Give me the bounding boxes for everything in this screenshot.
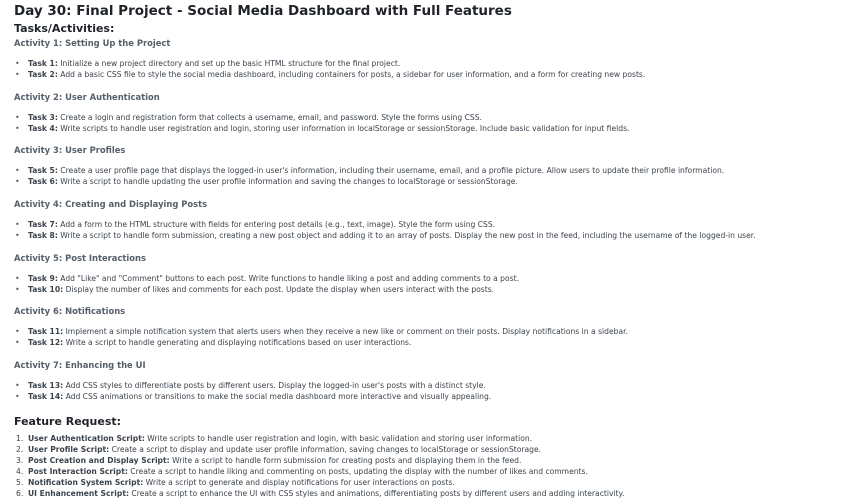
- tasks-heading: Tasks/Activities:: [14, 22, 115, 35]
- activity-heading: Activity 6: Notifications: [14, 306, 126, 317]
- task-text: Write a script to handle updating the us…: [57, 177, 518, 187]
- feature-text: Write scripts to handle user registratio…: [144, 433, 533, 443]
- task-label: Task 8:: [28, 231, 58, 241]
- task-item: Task 9: Add "Like" and "Comment" buttons…: [15, 273, 851, 284]
- activity-section: Activity 1: Setting Up the Project Task 1…: [14, 38, 851, 90]
- feature-number: 3.: [16, 456, 24, 465]
- feature-request-heading: Feature Request:: [14, 414, 122, 428]
- task-label: Task 7:: [28, 220, 58, 230]
- feature-label: Notification System Script:: [28, 478, 144, 488]
- feature-label: User Profile Script:: [28, 444, 110, 454]
- activities-list: Activity 1: Setting Up the Project Task 1…: [14, 38, 851, 412]
- feature-number: 2.: [16, 444, 24, 454]
- task-label: Task 14:: [28, 392, 64, 402]
- task-item: Task 12: Write a script to handle genera…: [15, 337, 851, 348]
- task-item: Task 1: Initialize a new project directo…: [15, 58, 851, 69]
- task-text: Add "Like" and "Comment" buttons to each…: [57, 273, 519, 283]
- feature-item: 3. Post Creation and Display Script: Writ…: [16, 455, 851, 466]
- task-text: Display the number of likes and comments…: [63, 284, 495, 294]
- activity-section: Activity 2: User Authentication Task 3: C…: [14, 92, 851, 144]
- feature-list: 1. User Authentication Script: Write scri…: [14, 433, 851, 499]
- task-list: Task 11: Implement a simple notification…: [14, 326, 851, 348]
- task-label: Task 3:: [28, 112, 58, 122]
- task-item: Task 13: Add CSS styles to differentiate…: [15, 380, 851, 391]
- feature-label: Post Creation and Display Script:: [28, 456, 170, 465]
- task-item: Task 11: Implement a simple notification…: [15, 326, 851, 337]
- task-text: Write a script to handle generating and …: [63, 338, 412, 348]
- feature-item: 4. Post Interaction Script: Create a scri…: [16, 466, 851, 477]
- task-item: Task 10: Display the number of likes and…: [15, 284, 851, 295]
- activity-heading: Activity 4: Creating and Displaying Post…: [14, 199, 208, 210]
- page-title: Day 30: Final Project - Social Media Das…: [14, 3, 512, 19]
- feature-item: 5. Notification System Script: Write a sc…: [16, 477, 851, 488]
- task-text: Add CSS animations or transitions to mak…: [63, 392, 492, 402]
- task-item: Task 6: Write a script to handle updatin…: [15, 176, 851, 187]
- feature-number: 1.: [16, 433, 24, 443]
- task-item: Task 5: Create a user profile page that …: [15, 165, 851, 176]
- task-text: Implement a simple notification system t…: [63, 327, 628, 337]
- task-label: Task 12:: [28, 338, 64, 348]
- task-label: Task 10:: [28, 284, 64, 294]
- task-label: Task 6:: [28, 177, 58, 187]
- activity-heading: Activity 2: User Authentication: [14, 91, 160, 102]
- task-list: Task 3: Create a login and registration …: [14, 112, 851, 134]
- task-label: Task 13:: [28, 381, 64, 391]
- feature-item: 6. UI Enhancement Script: Create a script…: [16, 488, 851, 499]
- task-text: Write a script to handle form submission…: [57, 231, 756, 241]
- task-label: Task 9:: [28, 273, 58, 283]
- activity-heading: Activity 5: Post Interactions: [14, 252, 147, 263]
- task-text: Create a login and registration form tha…: [57, 112, 482, 122]
- task-text: Add a form to the HTML structure with fi…: [57, 220, 496, 230]
- task-list: Task 13: Add CSS styles to differentiate…: [14, 380, 851, 402]
- feature-number: 5.: [16, 478, 24, 488]
- feature-text: Create a script to display and update us…: [109, 444, 542, 454]
- task-item: Task 4: Write scripts to handle user reg…: [15, 123, 851, 134]
- task-item: Task 14: Add CSS animations or transitio…: [15, 391, 851, 402]
- activity-section: Activity 7: Enhancing the UI Task 13: Add…: [14, 360, 851, 412]
- activity-section: Activity 3: User Profiles Task 5: Create …: [14, 145, 851, 197]
- task-item: Task 3: Create a login and registration …: [15, 112, 851, 123]
- feature-text: Write a script to handle form submission…: [169, 456, 522, 465]
- task-item: Task 2: Add a basic CSS file to style th…: [15, 69, 851, 80]
- task-text: Initialize a new project directory and s…: [57, 59, 401, 68]
- activity-section: Activity 4: Creating and Displaying Post…: [14, 199, 851, 251]
- task-text: Add a basic CSS file to style the social…: [57, 70, 646, 79]
- task-list: Task 1: Initialize a new project directo…: [14, 58, 851, 80]
- feature-text: Create a script to enhance the UI with C…: [128, 489, 625, 499]
- task-label: Task 5:: [28, 166, 58, 176]
- task-text: Add CSS styles to differentiate posts by…: [63, 381, 486, 391]
- document-page: Day 30: Final Project - Social Media Das…: [0, 0, 851, 498]
- feature-item: 1. User Authentication Script: Write scri…: [16, 433, 851, 444]
- activity-heading: Activity 1: Setting Up the Project: [14, 38, 171, 48]
- task-list: Task 5: Create a user profile page that …: [14, 165, 851, 187]
- feature-label: Post Interaction Script:: [28, 467, 128, 477]
- feature-item: 2. User Profile Script: Create a script t…: [16, 444, 851, 455]
- feature-number: 6.: [16, 489, 24, 499]
- task-text: Write scripts to handle user registratio…: [57, 123, 630, 133]
- task-label: Task 1:: [28, 59, 58, 68]
- activity-section: Activity 6: Notifications Task 11: Implem…: [14, 306, 851, 358]
- task-item: Task 7: Add a form to the HTML structure…: [15, 219, 851, 230]
- activity-heading: Activity 7: Enhancing the UI: [14, 360, 146, 371]
- task-list: Task 9: Add "Like" and "Comment" buttons…: [14, 273, 851, 295]
- task-label: Task 2:: [28, 70, 58, 79]
- activity-section: Activity 5: Post Interactions Task 9: Add…: [14, 253, 851, 305]
- task-label: Task 11:: [28, 327, 64, 337]
- task-list: Task 7: Add a form to the HTML structure…: [14, 219, 851, 241]
- feature-label: User Authentication Script:: [28, 433, 145, 443]
- feature-text: Write a script to generate and display n…: [143, 478, 455, 488]
- task-item: Task 8: Write a script to handle form su…: [15, 230, 851, 241]
- activity-heading: Activity 3: User Profiles: [14, 145, 126, 156]
- task-text: Create a user profile page that displays…: [57, 166, 725, 176]
- feature-number: 4.: [16, 467, 24, 477]
- feature-label: UI Enhancement Script:: [28, 489, 129, 499]
- task-label: Task 4:: [28, 123, 58, 133]
- feature-text: Create a script to handle liking and com…: [127, 467, 588, 477]
